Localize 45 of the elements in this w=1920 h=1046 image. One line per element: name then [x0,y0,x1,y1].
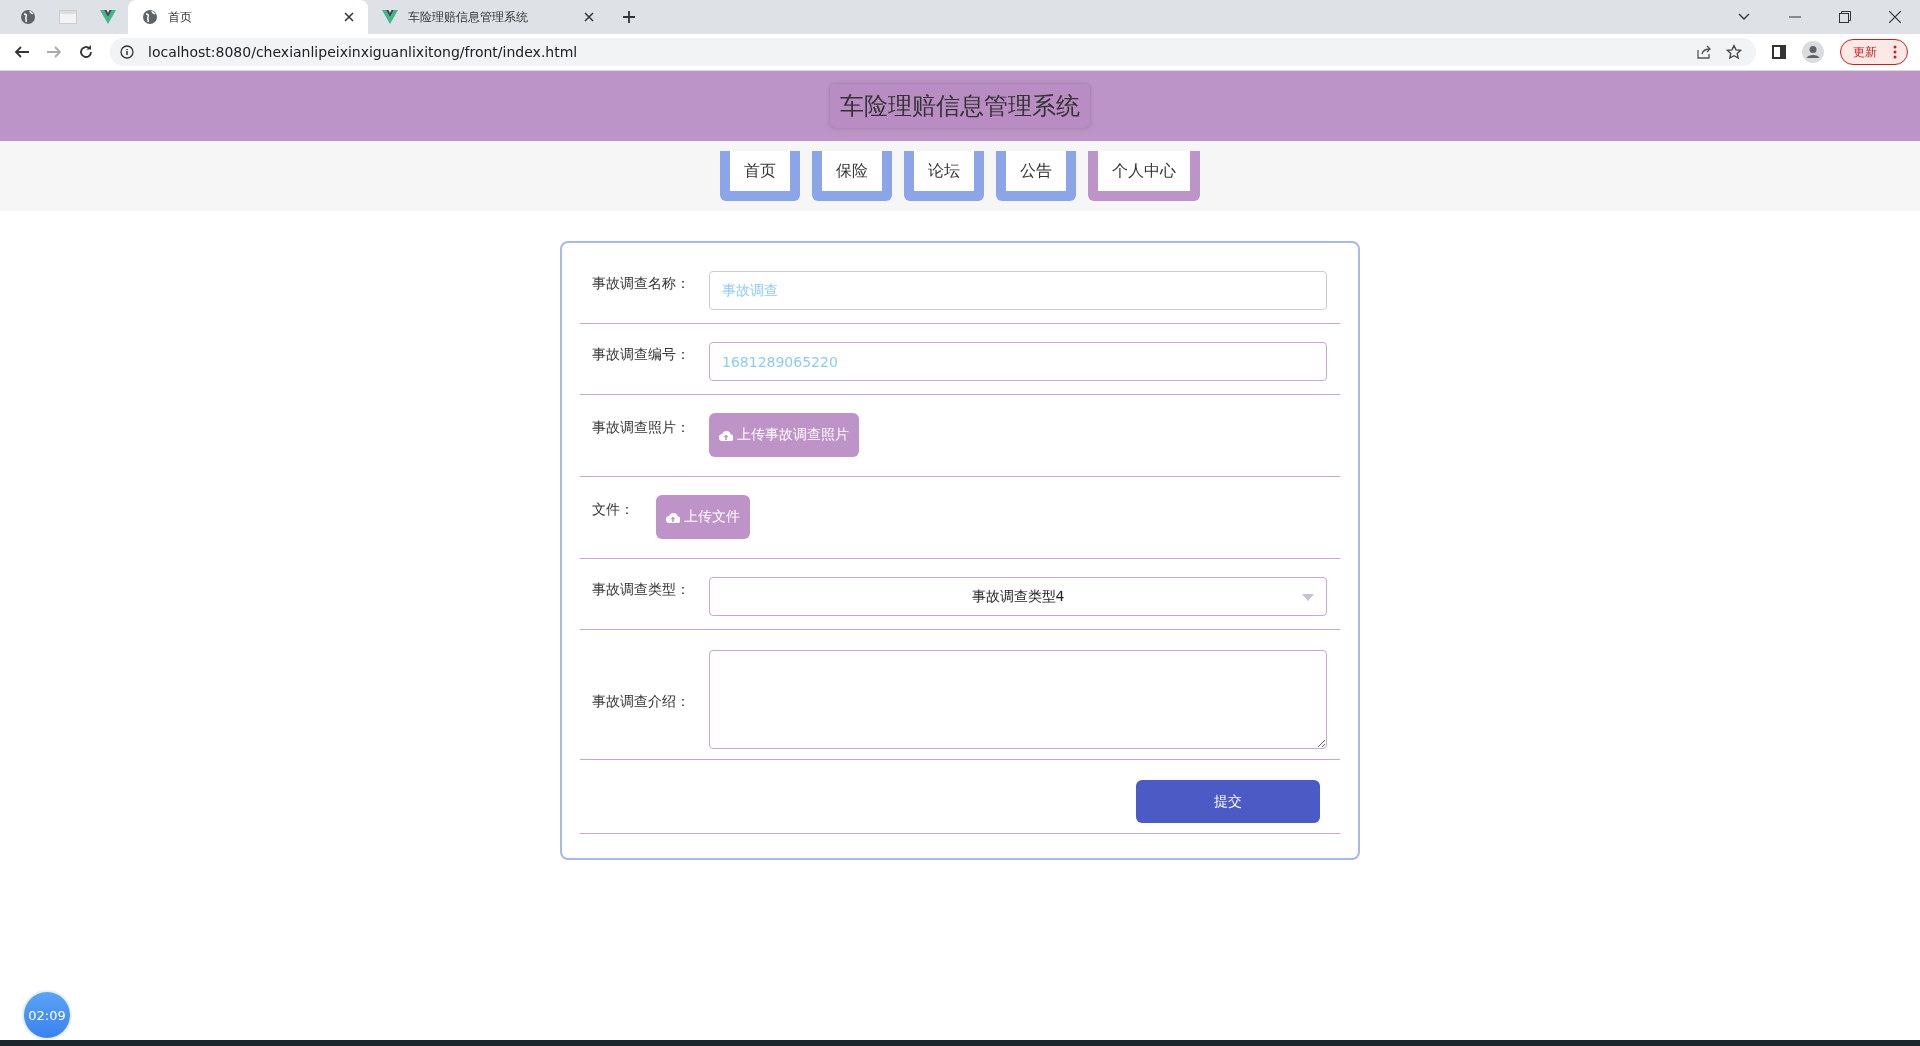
nav-item[interactable]: 首页 [720,151,800,201]
back-arrow-icon[interactable] [14,44,30,60]
submit-button[interactable]: 提交 [1136,780,1320,823]
textarea-field[interactable] [709,650,1327,749]
nav-item[interactable]: 保险 [812,151,892,201]
nav-item[interactable]: 个人中心 [1088,151,1200,201]
chevron-down-icon[interactable] [1737,12,1751,22]
field-label: 事故调查介绍： [592,691,691,711]
star-icon[interactable] [1726,44,1742,60]
globe-icon [20,9,36,25]
field-label: 事故调查类型： [592,580,691,599]
update-button[interactable]: 更新 [1840,39,1908,65]
globe-icon [142,9,158,25]
browser-tab[interactable]: 首页 [128,0,368,34]
timer-badge: 02:09 [22,990,72,1040]
profile-icon[interactable] [1802,41,1824,63]
nav-item[interactable]: 论坛 [904,151,984,201]
field-label: 文件： [592,500,634,519]
tab-title: 首页 [168,8,193,26]
nav-item[interactable]: 公告 [996,151,1076,201]
field-label: 事故调查编号： [592,345,691,364]
plus-icon[interactable] [622,10,636,24]
field-label: 事故调查照片： [592,418,691,437]
site-title: 车险理赔信息管理系统 [830,84,1090,128]
info-icon [120,45,134,59]
select-field[interactable]: 事故调查类型4 [709,577,1327,616]
cloud-upload-icon [719,429,733,441]
v-logo-icon [100,10,116,24]
side-panel-icon[interactable] [1772,45,1786,59]
caret-icon [1302,594,1314,601]
reload-icon[interactable] [78,44,94,60]
browser-tab[interactable]: 车险理赔信息管理系统 [368,0,608,34]
tab-title: 车险理赔信息管理系统 [408,8,529,26]
more-icon [1893,45,1897,59]
close-icon[interactable] [584,12,594,22]
close-icon[interactable] [1889,11,1901,23]
url-text: localhost:8080/chexianlipeixinxiguanlixitong/front/index.html [148,44,578,60]
field-label: 事故调查名称： [592,274,691,293]
page-icon [59,10,77,24]
cloud-upload-icon [666,511,680,523]
share-icon[interactable] [1696,44,1712,60]
restore-icon[interactable] [1839,11,1851,23]
v-logo-icon [382,10,398,24]
close-icon[interactable] [344,12,354,22]
address-bar[interactable]: localhost:8080/chexianlipeixinxiguanlixitong/front/index.html [110,38,1756,66]
